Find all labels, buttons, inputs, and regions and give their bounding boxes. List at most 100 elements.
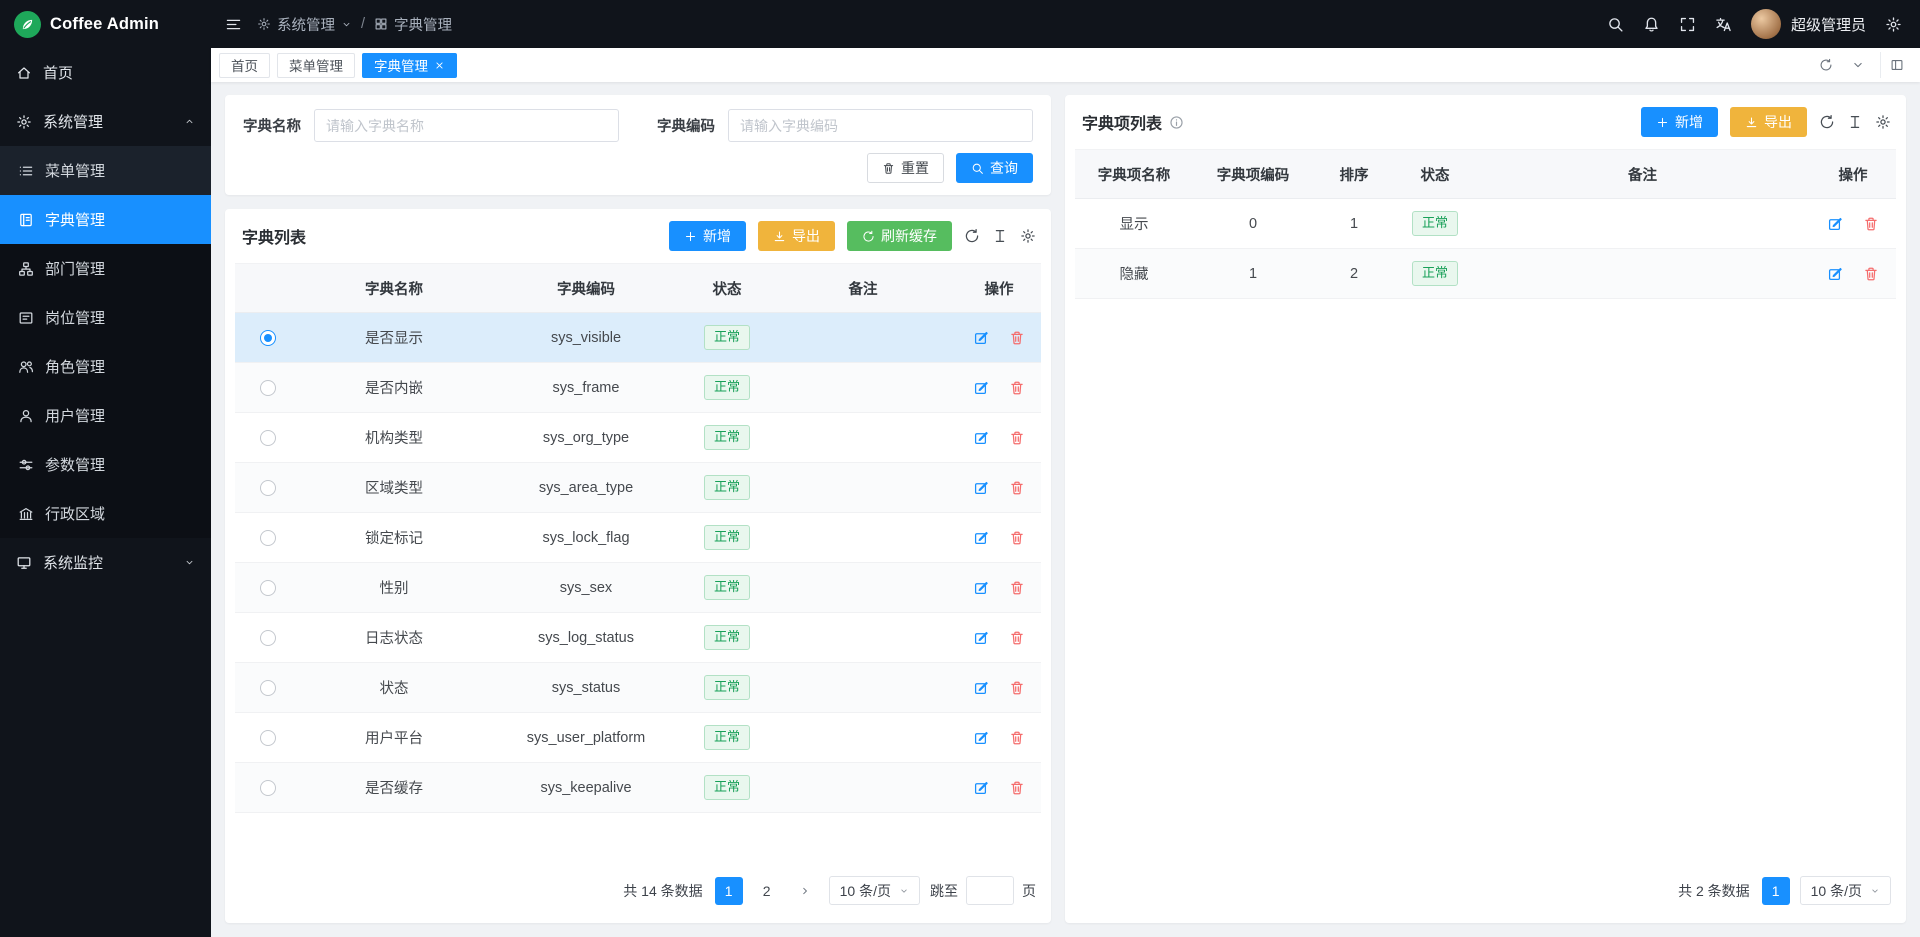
page-button-1[interactable]: 1 [1762, 877, 1790, 905]
edit-icon[interactable] [973, 480, 989, 496]
delete-icon[interactable] [1009, 680, 1025, 696]
collapse-sidebar-icon[interactable] [225, 16, 242, 33]
table-row[interactable]: 机构类型 sys_org_type 正常 [235, 413, 1041, 463]
add-dict-item-button[interactable]: 新增 [1641, 107, 1718, 137]
edit-icon[interactable] [973, 430, 989, 446]
delete-icon[interactable] [1009, 630, 1025, 646]
tab-options-button[interactable] [1842, 52, 1874, 78]
remark-cell [769, 413, 957, 463]
edit-icon[interactable] [973, 530, 989, 546]
app-logo[interactable]: Coffee Admin [0, 0, 211, 48]
row-radio[interactable] [260, 380, 276, 396]
row-radio[interactable] [260, 630, 276, 646]
delete-icon[interactable] [1009, 330, 1025, 346]
search-icon[interactable] [1607, 16, 1624, 33]
sidebar-item-role[interactable]: 角色管理 [0, 342, 211, 391]
refresh-table-icon[interactable] [1819, 114, 1835, 130]
sidebar-item-post[interactable]: 岗位管理 [0, 293, 211, 342]
refresh-table-icon[interactable] [964, 228, 980, 244]
notification-bell-icon[interactable] [1643, 16, 1660, 33]
delete-icon[interactable] [1863, 216, 1879, 232]
sidebar-item-dict[interactable]: 字典管理 [0, 195, 211, 244]
row-radio[interactable] [260, 480, 276, 496]
edit-icon[interactable] [973, 780, 989, 796]
sidebar-item-home[interactable]: 首页 [0, 48, 211, 97]
row-radio[interactable] [260, 430, 276, 446]
row-radio[interactable] [260, 330, 276, 346]
edit-icon[interactable] [973, 580, 989, 596]
delete-icon[interactable] [1009, 580, 1025, 596]
sidebar-item-param[interactable]: 参数管理 [0, 440, 211, 489]
info-icon[interactable] [1169, 115, 1184, 130]
edit-icon[interactable] [973, 630, 989, 646]
sidebar-item-user[interactable]: 用户管理 [0, 391, 211, 440]
refresh-page-button[interactable] [1810, 52, 1842, 78]
breadcrumb-item-system[interactable]: 系统管理 [257, 14, 352, 35]
delete-icon[interactable] [1863, 266, 1879, 282]
add-dict-button[interactable]: 新增 [669, 221, 746, 251]
translate-icon[interactable] [1715, 16, 1732, 33]
next-page-button[interactable] [791, 877, 819, 905]
row-radio[interactable] [260, 730, 276, 746]
breadcrumb-item-dict[interactable]: 字典管理 [374, 14, 452, 35]
page-size-select[interactable]: 10 条/页 [829, 876, 920, 905]
jump-page-input[interactable] [966, 876, 1014, 905]
edit-icon[interactable] [973, 680, 989, 696]
column-settings-gear-icon[interactable] [1020, 228, 1036, 244]
tab-dict-management[interactable]: 字典管理 [362, 53, 457, 78]
sidebar-item-system[interactable]: 系统管理 [0, 97, 211, 146]
content-fullscreen-button[interactable] [1880, 52, 1912, 78]
export-dict-item-button[interactable]: 导出 [1730, 107, 1807, 137]
column-settings-gear-icon[interactable] [1875, 114, 1891, 130]
sidebar-item-dept[interactable]: 部门管理 [0, 244, 211, 293]
sidebar-item-menu[interactable]: 菜单管理 [0, 146, 211, 195]
fullscreen-icon[interactable] [1679, 16, 1696, 33]
edit-icon[interactable] [1827, 266, 1843, 282]
dict-name-input[interactable] [314, 109, 619, 142]
settings-gear-icon[interactable] [1885, 16, 1902, 33]
delete-icon[interactable] [1009, 530, 1025, 546]
page-button-2[interactable]: 2 [753, 877, 781, 905]
tab-menu-management[interactable]: 菜单管理 [277, 53, 355, 78]
page-size-select[interactable]: 10 条/页 [1800, 876, 1891, 905]
density-icon[interactable] [992, 228, 1008, 244]
edit-icon[interactable] [1827, 216, 1843, 232]
query-button[interactable]: 查询 [956, 153, 1033, 183]
table-row[interactable]: 是否内嵌 sys_frame 正常 [235, 363, 1041, 413]
delete-icon[interactable] [1009, 480, 1025, 496]
table-row[interactable]: 性别 sys_sex 正常 [235, 563, 1041, 613]
density-icon[interactable] [1847, 114, 1863, 130]
table-row[interactable]: 区域类型 sys_area_type 正常 [235, 463, 1041, 513]
tab-home[interactable]: 首页 [219, 53, 270, 78]
reset-button[interactable]: 重置 [867, 153, 944, 183]
sidebar-item-region[interactable]: 行政区域 [0, 489, 211, 538]
dict-code-input[interactable] [728, 109, 1033, 142]
edit-icon[interactable] [973, 380, 989, 396]
user-avatar[interactable] [1751, 9, 1781, 39]
sidebar-item-monitor[interactable]: 系统监控 [0, 538, 211, 587]
table-row[interactable]: 隐藏 1 2 正常 [1075, 249, 1896, 299]
username[interactable]: 超级管理员 [1791, 14, 1866, 35]
edit-icon[interactable] [973, 330, 989, 346]
table-row[interactable]: 是否显示 sys_visible 正常 [235, 313, 1041, 363]
table-row[interactable]: 锁定标记 sys_lock_flag 正常 [235, 513, 1041, 563]
close-icon[interactable] [434, 60, 445, 71]
table-row[interactable]: 状态 sys_status 正常 [235, 663, 1041, 713]
remark-cell [769, 713, 957, 763]
export-dict-button[interactable]: 导出 [758, 221, 835, 251]
delete-icon[interactable] [1009, 380, 1025, 396]
table-row[interactable]: 用户平台 sys_user_platform 正常 [235, 713, 1041, 763]
row-radio[interactable] [260, 680, 276, 696]
edit-icon[interactable] [973, 730, 989, 746]
row-radio[interactable] [260, 580, 276, 596]
delete-icon[interactable] [1009, 430, 1025, 446]
table-row[interactable]: 显示 0 1 正常 [1075, 199, 1896, 249]
page-button-1[interactable]: 1 [715, 877, 743, 905]
row-radio[interactable] [260, 780, 276, 796]
table-row[interactable]: 日志状态 sys_log_status 正常 [235, 613, 1041, 663]
delete-icon[interactable] [1009, 780, 1025, 796]
delete-icon[interactable] [1009, 730, 1025, 746]
refresh-cache-button[interactable]: 刷新缓存 [847, 221, 952, 251]
row-radio[interactable] [260, 530, 276, 546]
table-row[interactable]: 是否缓存 sys_keepalive 正常 [235, 763, 1041, 813]
